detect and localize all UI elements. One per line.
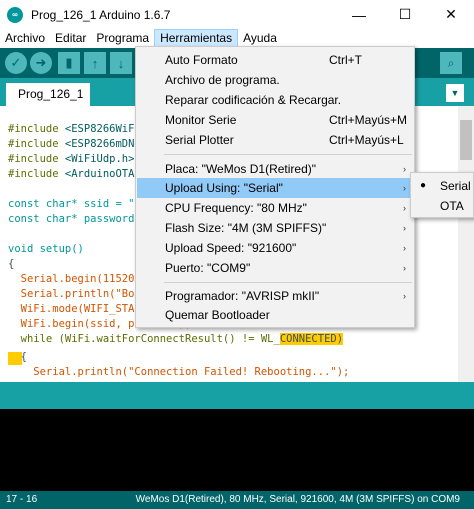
code-line: #include <ESP8266WiF: [8, 123, 135, 135]
code-line: const char* password: [8, 213, 135, 225]
new-file-icon: ▮: [65, 55, 73, 70]
arrow-up-icon: ↑: [91, 55, 99, 71]
board-info: WeMos D1(Retired), 80 MHz, Serial, 92160…: [135, 494, 460, 505]
menu-item-auto-formato[interactable]: Auto Formato Ctrl+T: [137, 50, 413, 70]
open-button[interactable]: ↑: [84, 52, 106, 74]
console-output: [0, 409, 474, 491]
minimize-icon: —: [352, 6, 366, 23]
menu-item-cpu-frequency[interactable]: CPU Frequency: "80 MHz" ›: [137, 198, 413, 218]
code-line: const char* ssid = ": [8, 198, 135, 210]
menu-item-programador[interactable]: Programador: "AVRISP mkII" ›: [137, 286, 413, 306]
menu-item-upload-using[interactable]: Upload Using: "Serial" ›: [137, 178, 413, 198]
code-line: void setup(): [8, 243, 84, 255]
chevron-right-icon: ›: [403, 223, 406, 233]
arrow-right-icon: ➜: [35, 55, 47, 70]
radio-selected-icon: ●: [420, 180, 427, 191]
close-icon: ✕: [445, 6, 457, 22]
editor-scrollbar[interactable]: [458, 106, 474, 382]
submenu-item-ota[interactable]: OTA: [412, 196, 474, 216]
menu-separator: [164, 154, 412, 155]
code-line: #include <WiFiUdp.h>: [8, 153, 135, 165]
menu-item-archivo-programa[interactable]: Archivo de programa.: [137, 70, 413, 90]
menu-item-reparar-codificacion[interactable]: Reparar codificación & Recargar.: [137, 90, 413, 110]
chevron-right-icon: ›: [403, 203, 406, 213]
code-line: {: [8, 351, 27, 363]
submenu-item-serial[interactable]: ● Serial: [412, 176, 474, 196]
chevron-down-icon: ▼: [450, 88, 460, 98]
chevron-right-icon: ›: [403, 243, 406, 253]
herramientas-dropdown: Auto Formato Ctrl+T Archivo de programa.…: [135, 46, 415, 328]
chevron-right-icon: ›: [403, 263, 406, 273]
minimize-button[interactable]: —: [336, 0, 382, 29]
maximize-icon: ☐: [398, 6, 412, 22]
arrow-down-icon: ↓: [117, 55, 125, 71]
code-line: #include <ESP8266mDN: [8, 138, 135, 150]
upload-using-submenu: ● Serial OTA: [410, 172, 474, 218]
code-line: {: [8, 258, 15, 270]
close-button[interactable]: ✕: [428, 0, 474, 29]
menu-item-quemar-bootloader[interactable]: Quemar Bootloader: [137, 305, 413, 325]
code-line: Serial.println("Connection Failed! Reboo…: [8, 366, 350, 378]
status-bar: [0, 382, 474, 409]
new-button[interactable]: ▮: [58, 52, 80, 74]
chevron-right-icon: ›: [403, 164, 406, 174]
code-line: #include <ArduinoOTA: [8, 168, 135, 180]
menu-archivo[interactable]: Archivo: [0, 29, 50, 48]
menu-item-placa[interactable]: Placa: "WeMos D1(Retired)" ›: [137, 159, 413, 179]
arduino-logo-icon: ∞: [7, 6, 23, 23]
menu-item-upload-speed[interactable]: Upload Speed: "921600" ›: [137, 238, 413, 258]
verify-button[interactable]: ✓: [5, 52, 27, 74]
save-button[interactable]: ↓: [110, 52, 132, 74]
scrollbar-thumb[interactable]: [460, 120, 472, 160]
menu-item-serial-plotter[interactable]: Serial Plotter Ctrl+Mayús+L: [137, 130, 413, 150]
upload-button[interactable]: ➜: [30, 52, 52, 74]
title-bar: ∞ Prog_126_1 Arduino 1.6.7 — ☐ ✕: [0, 0, 474, 29]
window-title: Prog_126_1 Arduino 1.6.7: [31, 7, 171, 22]
chevron-right-icon: ›: [403, 291, 406, 301]
menu-item-flash-size[interactable]: Flash Size: "4M (3M SPIFFS)" ›: [137, 218, 413, 238]
magnifier-icon: ⌕: [447, 55, 455, 70]
code-line: Serial.println("Bo: [8, 288, 135, 300]
serial-monitor-button[interactable]: ⌕: [440, 52, 462, 74]
code-line: while (WiFi.waitForConnectResult() != WL…: [8, 333, 344, 345]
menu-editar[interactable]: Editar: [50, 29, 91, 48]
menu-item-monitor-serie[interactable]: Monitor Serie Ctrl+Mayús+M: [137, 110, 413, 130]
code-line: Serial.begin(11520: [8, 273, 135, 285]
menu-item-puerto[interactable]: Puerto: "COM9" ›: [137, 258, 413, 278]
chevron-right-icon: ›: [403, 183, 406, 193]
maximize-button[interactable]: ☐: [382, 0, 428, 29]
menu-separator: [164, 282, 412, 283]
line-number: 17 - 16: [6, 494, 38, 505]
tab-menu-button[interactable]: ▼: [446, 84, 464, 102]
footer-bar: 17 - 16 WeMos D1(Retired), 80 MHz, Seria…: [0, 491, 474, 509]
code-line: WiFi.mode(WIFI_STA: [8, 303, 135, 315]
tab-prog-126-1[interactable]: Prog_126_1: [6, 83, 90, 106]
check-icon: ✓: [10, 55, 22, 70]
